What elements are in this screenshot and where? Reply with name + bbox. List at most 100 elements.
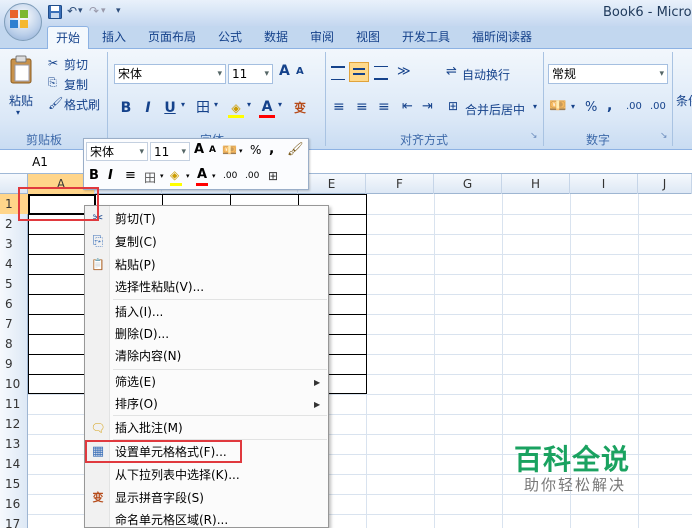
menu-item-paste-special[interactable]: 选择性粘贴(V)... [115, 276, 204, 298]
comma-button[interactable]: , [607, 98, 612, 114]
tab-foxit-reader[interactable]: 福昕阅读器 [472, 28, 532, 48]
percent-button[interactable]: % [585, 100, 597, 115]
border-dropdown-icon[interactable]: ▾ [214, 100, 218, 109]
mini-comma-button[interactable]: , [269, 141, 274, 157]
name-box[interactable]: A1 [0, 151, 80, 173]
increase-decimal-button[interactable]: .00 [626, 101, 642, 112]
align-top-button[interactable] [331, 66, 345, 80]
save-icon[interactable] [48, 5, 62, 19]
row-header-11[interactable]: 11 [0, 394, 28, 414]
tab-home[interactable]: 开始 [47, 26, 89, 49]
align-center-button[interactable]: ≡ [356, 99, 368, 115]
merge-dropdown-icon[interactable]: ▾ [533, 102, 537, 111]
row-header-13[interactable]: 13 [0, 434, 28, 454]
menu-item-paste[interactable]: 粘贴(P) [115, 254, 156, 276]
mini-shrink-font-icon[interactable]: A [209, 145, 216, 155]
menu-item-clear-contents[interactable]: 清除内容(N) [115, 345, 181, 367]
fill-dropdown-icon[interactable]: ▾ [247, 100, 251, 109]
mini-align-center-button[interactable]: ≡ [125, 168, 136, 183]
wrap-text-button[interactable]: 自动换行 [462, 66, 510, 83]
mini-font-color-dropdown-icon[interactable]: ▾ [212, 172, 216, 180]
underline-dropdown-icon[interactable]: ▾ [181, 100, 185, 109]
column-header-i[interactable]: I [570, 174, 638, 194]
paste-dropdown-icon[interactable]: ▾ [16, 108, 20, 117]
mini-increase-decimal-button[interactable]: .00 [223, 171, 237, 181]
align-middle-button[interactable] [349, 62, 369, 82]
accounting-format-icon[interactable]: 💴 [549, 98, 566, 114]
mini-merge-cells-icon[interactable]: ⊞ [268, 169, 278, 183]
font-name-dropdown[interactable]: 宋体 ▾ [114, 64, 226, 84]
accounting-dropdown-icon[interactable]: ▾ [571, 102, 575, 111]
tab-insert[interactable]: 插入 [102, 28, 126, 48]
decrease-indent-button[interactable]: ⇤ [402, 99, 413, 114]
redo-dropdown-icon[interactable]: ▾ [101, 6, 106, 16]
redo-icon[interactable]: ↷ [89, 4, 99, 18]
undo-dropdown-icon[interactable]: ▾ [78, 6, 83, 16]
conditional-format-button[interactable]: 条件 [676, 92, 692, 109]
font-color-button[interactable]: A [258, 97, 276, 117]
mini-font-size-dropdown[interactable]: 11 ▾ [150, 142, 190, 161]
row-header-12[interactable]: 12 [0, 414, 28, 434]
mini-italic-button[interactable]: I [108, 168, 113, 183]
decrease-decimal-button[interactable]: .00 [650, 101, 666, 112]
undo-icon[interactable]: ↶ [67, 4, 77, 18]
menu-item-delete[interactable]: 删除(D)... [115, 323, 169, 345]
row-header-6[interactable]: 6 [0, 294, 28, 314]
menu-item-name-range[interactable]: 命名单元格区域(R)... [115, 509, 228, 528]
mini-accounting-dropdown-icon[interactable]: ▾ [239, 147, 243, 155]
grow-font-icon[interactable]: A [279, 63, 290, 79]
format-painter-button[interactable]: 格式刷 [64, 96, 100, 113]
mini-accounting-icon[interactable]: 💴 [222, 143, 237, 157]
qat-customize-icon[interactable]: ▾ [116, 6, 121, 16]
column-header-h[interactable]: H [502, 174, 570, 194]
tab-formulas[interactable]: 公式 [218, 28, 242, 48]
merge-center-icon[interactable]: ⊞ [448, 99, 458, 113]
paste-button[interactable]: 粘贴 [9, 92, 33, 109]
orientation-icon[interactable]: ≫ [397, 64, 411, 79]
tab-review[interactable]: 审阅 [310, 28, 334, 48]
copy-icon[interactable]: ⎘ [48, 76, 57, 90]
mini-border-dropdown-icon[interactable]: ▾ [160, 172, 164, 180]
alignment-dialog-launcher-icon[interactable]: ↘ [530, 131, 538, 141]
tab-view[interactable]: 视图 [356, 28, 380, 48]
row-header-9[interactable]: 9 [0, 354, 28, 374]
row-header-14[interactable]: 14 [0, 454, 28, 474]
cut-button[interactable]: 剪切 [64, 56, 88, 73]
shrink-font-icon[interactable]: A [296, 66, 304, 77]
wrap-text-icon[interactable]: ⇌ [446, 64, 457, 79]
menu-item-show-phonetic[interactable]: 显示拼音字段(S) [115, 487, 204, 509]
merge-center-button[interactable]: 合并后居中 [465, 101, 525, 118]
number-format-dropdown[interactable]: 常规 ▾ [548, 64, 668, 84]
menu-item-copy[interactable]: 复制(C) [115, 231, 157, 253]
menu-item-cut[interactable]: 剪切(T) [115, 208, 156, 230]
mini-grow-font-icon[interactable]: A [194, 142, 204, 157]
tab-developer[interactable]: 开发工具 [402, 28, 450, 48]
menu-item-filter[interactable]: 筛选(E) [115, 371, 156, 393]
row-header-10[interactable]: 10 [0, 374, 28, 394]
mini-fill-color-button[interactable]: ◈ [170, 168, 179, 182]
column-header-g[interactable]: G [434, 174, 502, 194]
align-right-button[interactable]: ≡ [378, 99, 390, 115]
phonetic-button[interactable]: 变 [290, 98, 310, 118]
menu-item-insert-comment[interactable]: 插入批注(M) [115, 417, 183, 439]
mini-font-name-dropdown[interactable]: 宋体 ▾ [86, 142, 148, 161]
mini-bold-button[interactable]: B [89, 168, 99, 183]
row-header-5[interactable]: 5 [0, 274, 28, 294]
align-bottom-button[interactable] [374, 66, 388, 80]
column-header-f[interactable]: F [366, 174, 434, 194]
increase-indent-button[interactable]: ⇥ [422, 99, 433, 114]
mini-format-painter-icon[interactable]: 🖌 [287, 142, 304, 157]
row-header-4[interactable]: 4 [0, 254, 28, 274]
border-button[interactable]: 田 [192, 98, 214, 118]
row-header-17[interactable]: 17 [0, 514, 28, 528]
font-color-dropdown-icon[interactable]: ▾ [278, 100, 282, 109]
number-dialog-launcher-icon[interactable]: ↘ [660, 131, 668, 141]
underline-button[interactable]: U [160, 98, 180, 118]
column-header-j[interactable]: J [638, 174, 692, 194]
menu-item-pick-from-list[interactable]: 从下拉列表中选择(K)... [115, 464, 240, 486]
mini-decrease-decimal-button[interactable]: .00 [245, 171, 259, 181]
tab-page-layout[interactable]: 页面布局 [148, 28, 196, 48]
mini-border-button[interactable]: 田 [144, 169, 156, 186]
mini-percent-button[interactable]: % [250, 143, 261, 157]
row-header-3[interactable]: 3 [0, 234, 28, 254]
